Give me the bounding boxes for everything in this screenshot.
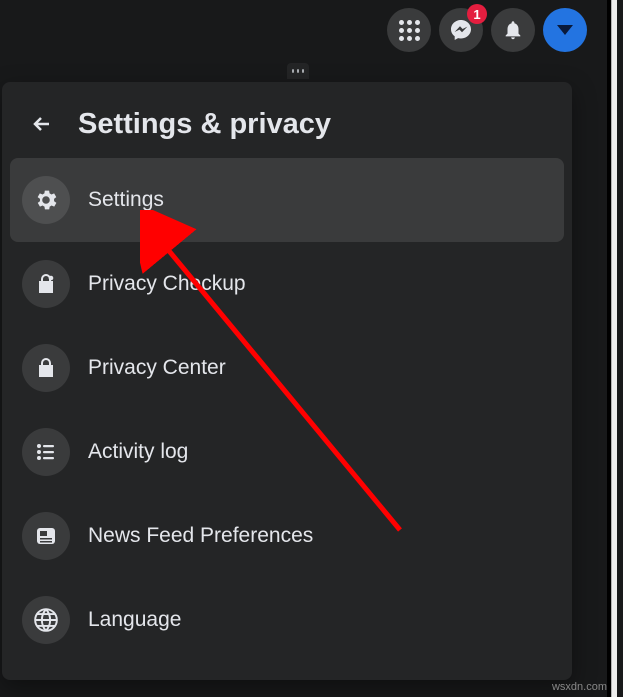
menu-item-label: News Feed Preferences: [88, 524, 313, 548]
menu-item-label: Privacy Center: [88, 356, 226, 380]
menu-item-privacy-checkup[interactable]: Privacy Checkup: [10, 242, 564, 326]
back-button[interactable]: [24, 106, 60, 142]
lock-heart-icon: [22, 260, 70, 308]
globe-icon: [22, 596, 70, 644]
grid-icon: [399, 20, 420, 41]
arrow-left-icon: [30, 112, 54, 136]
top-navbar: 1: [0, 0, 623, 60]
scrollbar[interactable]: [607, 0, 617, 697]
bell-icon: [502, 19, 524, 41]
watermark-text: wsxdn.com: [552, 681, 607, 693]
menu-item-label: Activity log: [88, 440, 188, 464]
menu-item-privacy-center[interactable]: Privacy Center: [10, 326, 564, 410]
account-button[interactable]: [543, 8, 587, 52]
news-icon: [22, 512, 70, 560]
overflow-dots-icon: [287, 63, 309, 79]
menu-item-activity-log[interactable]: Activity log: [10, 410, 564, 494]
menu-item-news-feed-preferences[interactable]: News Feed Preferences: [10, 494, 564, 578]
messenger-button[interactable]: 1: [439, 8, 483, 52]
messenger-badge: 1: [467, 4, 487, 24]
menu-item-label: Settings: [88, 188, 164, 212]
menu-item-label: Language: [88, 608, 181, 632]
menu-item-language[interactable]: Language: [10, 578, 564, 662]
menu-button[interactable]: [387, 8, 431, 52]
gear-icon: [22, 176, 70, 224]
panel-title: Settings & privacy: [78, 108, 331, 141]
menu-item-label: Privacy Checkup: [88, 272, 246, 296]
settings-privacy-panel: Settings & privacy Settings Privacy Chec…: [2, 82, 572, 680]
notifications-button[interactable]: [491, 8, 535, 52]
messenger-icon: [449, 18, 473, 42]
menu-item-settings[interactable]: Settings: [10, 158, 564, 242]
panel-header: Settings & privacy: [10, 90, 564, 158]
list-icon: [22, 428, 70, 476]
caret-down-icon: [557, 25, 573, 35]
lock-icon: [22, 344, 70, 392]
